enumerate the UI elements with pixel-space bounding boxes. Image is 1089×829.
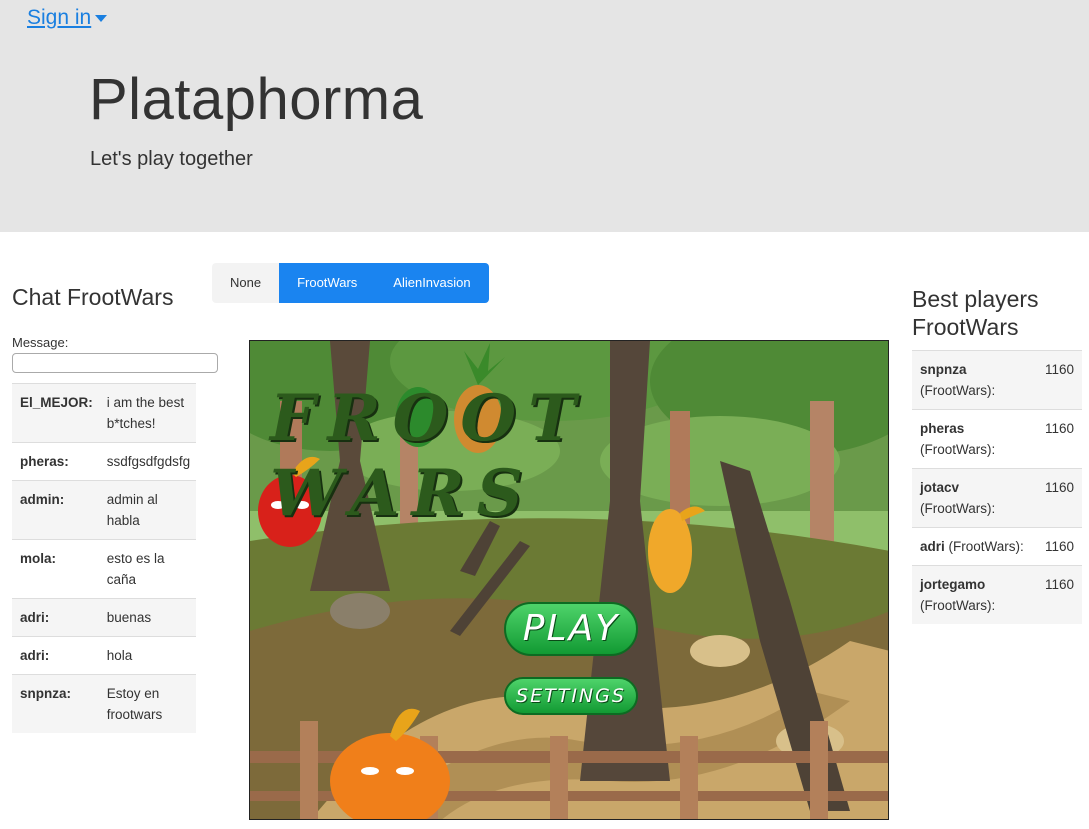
chat-message-text: hola — [98, 636, 197, 675]
player-score: 1160 — [1035, 468, 1082, 528]
ranking-table: snpnza (FrootWars): 1160 pheras (FrootWars… — [912, 350, 1082, 624]
ranking-player: pheras (FrootWars): — [912, 409, 1036, 469]
chat-message-text: ssdfgsdfgdsfg — [98, 442, 197, 481]
ranking-player: adri (FrootWars): — [912, 527, 1036, 566]
player-score: 1160 — [1035, 350, 1082, 410]
tab-alieninvasion[interactable]: AlienInvasion — [375, 263, 489, 303]
ranking-row: snpnza (FrootWars): 1160 — [912, 350, 1082, 410]
ranking-panel: Best players FrootWars snpnza (FrootWars)… — [912, 285, 1082, 624]
player-name: adri — [920, 539, 945, 554]
ranking-row: jortegamo (FrootWars): 1160 — [912, 565, 1082, 624]
chat-message-user: pheras: — [12, 442, 99, 481]
chat-message-text: admin al habla — [98, 480, 197, 540]
chat-message-user: adri: — [12, 598, 99, 637]
chat-panel: Chat FrootWars Message: El_MEJOR: i am t… — [12, 284, 218, 733]
signin-dropdown[interactable]: Sign in — [27, 6, 108, 30]
player-score: 1160 — [1035, 565, 1082, 624]
ranking-player: snpnza (FrootWars): — [912, 350, 1036, 410]
chat-message-row: admin: admin al habla — [12, 480, 197, 540]
chat-message-text: buenas — [98, 598, 197, 637]
message-label: Message: — [12, 335, 69, 350]
chat-message-user: adri: — [12, 636, 99, 675]
chat-message-user: El_MEJOR: — [12, 383, 99, 443]
tab-none[interactable]: None — [212, 263, 280, 303]
chat-message-user: mola: — [12, 539, 99, 599]
settings-button[interactable]: SETTINGS — [504, 677, 638, 715]
player-score: 1160 — [1035, 409, 1082, 469]
player-game: (FrootWars): — [920, 442, 996, 457]
chat-message-text: Estoy en frootwars — [98, 674, 197, 733]
chat-message-row: adri: hola — [12, 636, 197, 675]
ranking-row: jotacv (FrootWars): 1160 — [912, 468, 1082, 528]
ranking-row: adri (FrootWars): 1160 — [912, 527, 1082, 566]
chat-message-row: mola: esto es la caña — [12, 539, 197, 599]
game-title-art: FROOT WARS — [270, 381, 588, 531]
player-game: (FrootWars): — [948, 539, 1024, 554]
chat-message-row: adri: buenas — [12, 598, 197, 637]
player-name: snpnza — [920, 362, 967, 377]
chat-message-user: snpnza: — [12, 674, 99, 733]
game-tabs: None FrootWars AlienInvasion — [212, 263, 489, 303]
chat-message-text: i am the best b*tches! — [98, 383, 197, 443]
chat-message-text: esto es la caña — [98, 539, 197, 599]
player-game: (FrootWars): — [920, 383, 996, 398]
site-title: Plataphorma — [89, 67, 424, 132]
player-game: (FrootWars): — [920, 598, 996, 613]
chat-message-row: snpnza: Estoy en frootwars — [12, 674, 197, 733]
ranking-player: jotacv (FrootWars): — [912, 468, 1036, 528]
tab-frootwars[interactable]: FrootWars — [279, 263, 376, 303]
caret-down-icon — [95, 14, 108, 22]
ranking-row: pheras (FrootWars): 1160 — [912, 409, 1082, 469]
ranking-title: Best players FrootWars — [912, 286, 1039, 340]
signin-label: Sign in — [27, 6, 92, 29]
chat-title: Chat FrootWars — [12, 284, 174, 310]
game-canvas[interactable]: FROOT WARS PLAY SETTINGS — [249, 340, 889, 820]
chat-message-row: pheras: ssdfgsdfgdsfg — [12, 442, 197, 481]
player-name: pheras — [920, 421, 965, 436]
player-score: 1160 — [1035, 527, 1082, 566]
player-game: (FrootWars): — [920, 501, 996, 516]
ranking-player: jortegamo (FrootWars): — [912, 565, 1036, 624]
header-jumbotron: Sign in Plataphorma Let's play together — [0, 0, 1089, 232]
site-tagline: Let's play together — [90, 148, 253, 170]
chat-message-user: admin: — [12, 480, 99, 540]
player-name: jotacv — [920, 480, 960, 495]
chat-message-row: El_MEJOR: i am the best b*tches! — [12, 383, 197, 443]
player-name: jortegamo — [920, 577, 986, 592]
play-button[interactable]: PLAY — [504, 602, 638, 656]
chat-messages-table: El_MEJOR: i am the best b*tches! pheras:… — [12, 383, 197, 733]
message-input[interactable] — [12, 353, 218, 373]
